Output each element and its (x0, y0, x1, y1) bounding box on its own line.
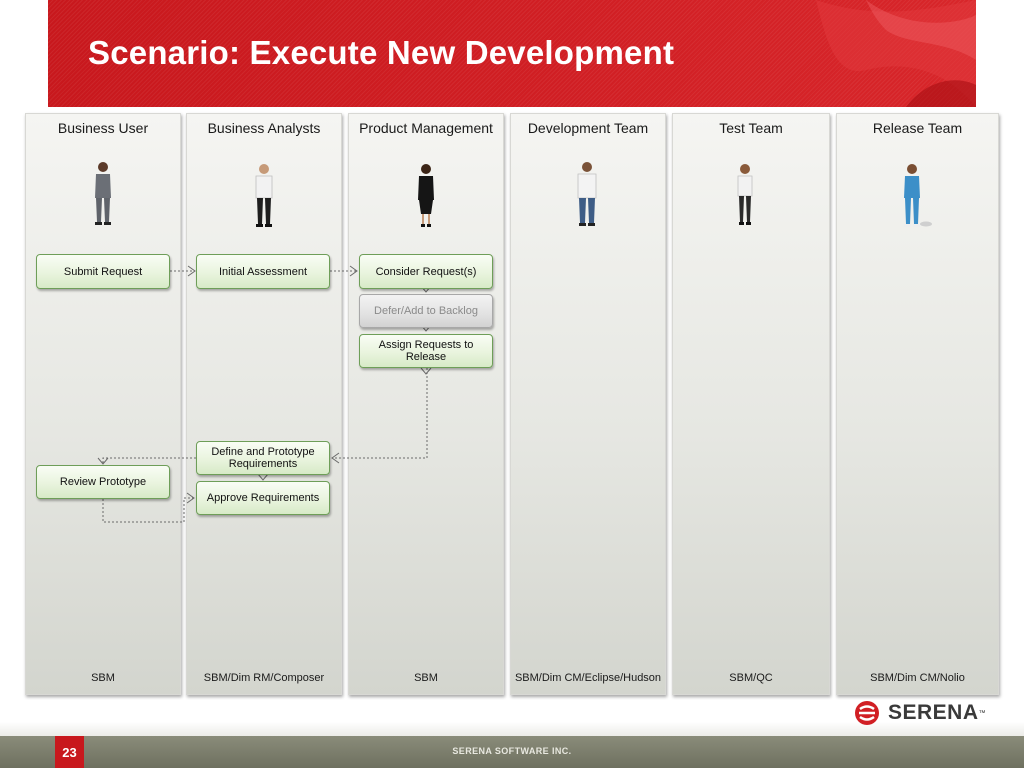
banner-swirl-graphic (816, 0, 976, 107)
lane-tool: SBM/Dim CM/Eclipse/Hudson (514, 672, 662, 684)
lane-title: Product Management (359, 120, 493, 136)
product-manager-person-icon (418, 164, 434, 227)
task-initial-assessment[interactable]: Initial Assessment (196, 254, 330, 289)
slide-title: Scenario: Execute New Development (88, 34, 675, 71)
lane-title: Business Analysts (207, 120, 321, 136)
logo-trademark: ™ (978, 709, 986, 717)
footer-bar: SERENA SOFTWARE INC. (0, 736, 1024, 768)
lane-tool: SBM/Dim RM/Composer (203, 672, 325, 684)
lane-title: Release Team (872, 120, 963, 136)
lane-title: Business User (57, 120, 149, 136)
lane-tool: SBM/Dim CM/Nolio (870, 672, 965, 684)
lane-tool: SBM (91, 672, 115, 684)
title-banner: Scenario: Execute New Development (48, 0, 976, 107)
tester-person-icon (737, 164, 753, 225)
business-analyst-person-icon (255, 164, 273, 227)
lane-tool: SBM/QC (729, 672, 773, 684)
task-approve-requirements[interactable]: Approve Requirements (196, 481, 330, 515)
task-consider-requests[interactable]: Consider Request(s) (359, 254, 493, 289)
developer-person-icon (577, 162, 597, 226)
lane-tool: SBM (414, 672, 438, 684)
task-assign-requests[interactable]: Assign Requests to Release (359, 334, 493, 368)
task-submit-request[interactable]: Submit Request (36, 254, 170, 289)
serena-logo: SERENA ™ (854, 700, 996, 726)
business-user-person-icon (95, 162, 111, 225)
release-engineer-person-icon (904, 164, 932, 227)
task-define-prototype[interactable]: Define and Prototype Requirements (196, 441, 330, 475)
task-defer-backlog[interactable]: Defer/Add to Backlog (359, 294, 493, 328)
task-review-prototype[interactable]: Review Prototype (36, 465, 170, 499)
serena-logo-icon (855, 701, 879, 725)
logo-wordmark: SERENA (888, 701, 979, 724)
company-name: SERENA SOFTWARE INC. (452, 746, 572, 756)
lane-title: Test Team (719, 120, 783, 136)
page-number: 23 (55, 736, 84, 768)
lane-title: Development Team (527, 120, 649, 136)
